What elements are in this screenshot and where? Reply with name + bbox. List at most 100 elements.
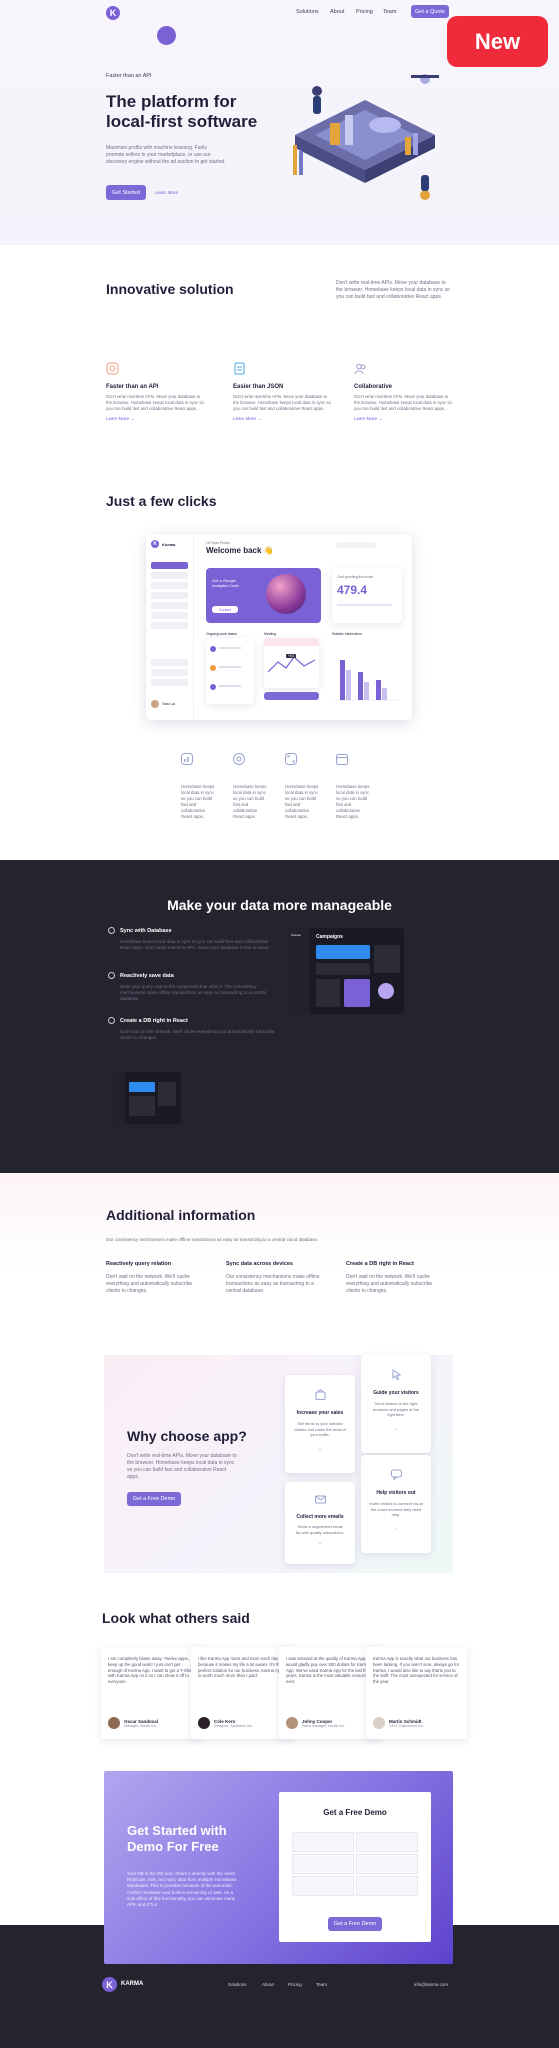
dashboard-mockup: K Kumaa Taav Lai Hi Farm Pixels, Welcome…: [146, 534, 412, 720]
avatar: [108, 1717, 120, 1729]
feature-title: Easier than JSON: [233, 384, 284, 390]
dash-nav-item[interactable]: [151, 602, 188, 609]
clicks-feature-1: Homebase keeps local data in sync so you…: [181, 752, 215, 820]
logo-icon[interactable]: K: [106, 6, 120, 20]
people-icon: [354, 363, 366, 375]
why-title: Why choose app?: [127, 1428, 247, 1444]
dash-nav-item[interactable]: [151, 612, 188, 619]
dash-user-name: Taav Lai: [162, 702, 176, 706]
document-icon: [234, 362, 245, 375]
feature-title: Collaborative: [354, 384, 393, 390]
dash-nav-item[interactable]: [151, 622, 188, 629]
testimonial-quote: I was amazed at the quality of Karma App…: [286, 1656, 370, 1685]
dash-list-card: [206, 638, 254, 704]
chevron-down-icon[interactable]: ⌄: [361, 1526, 431, 1532]
chevron-down-icon[interactable]: ⌄: [285, 1540, 355, 1546]
form-field[interactable]: [292, 1876, 354, 1896]
feature-card-3: Collaborative Don't write real-time APIs…: [354, 362, 454, 421]
form-field[interactable]: [356, 1876, 418, 1896]
cube-icon: [106, 362, 119, 375]
additional-col-desc: Don't wait on the network. We'll cache e…: [106, 1274, 193, 1294]
footer-nav-about[interactable]: About: [262, 1982, 274, 1987]
dash-metric: +5.6: [286, 654, 297, 658]
testimonial-role: CEO, Objectword Inc.: [389, 1723, 424, 1728]
additional-col-2: Sync data across devices Our consistency…: [226, 1261, 321, 1295]
testimonial-card-1: I am completely blown away. Twelve apps,…: [101, 1647, 202, 1739]
nav-team[interactable]: Team: [383, 9, 396, 15]
manageable-feature-desc: Homebase keeps local data in sync so you…: [120, 939, 270, 950]
dash-action-button[interactable]: [264, 692, 319, 700]
additional-description: Our consistency mechanisms make offline …: [106, 1237, 319, 1242]
bag-icon: [315, 1389, 325, 1400]
get-started-button[interactable]: Get Started: [106, 185, 146, 200]
additional-title: Additional information: [106, 1207, 256, 1223]
dash-greeting: Hi Farm Pixels,: [206, 541, 231, 545]
footer-logo-icon[interactable]: K: [102, 1977, 117, 1992]
why-card-desc: Show a segmented email list with quality…: [295, 1524, 345, 1535]
manageable-feature-title: Sync with Database: [120, 927, 172, 934]
dash-nav-item[interactable]: [151, 582, 188, 589]
dash-nav-item[interactable]: [151, 592, 188, 599]
testimonial-quote: I like Karma App more and more each day …: [198, 1656, 283, 1679]
dash-nav-item[interactable]: [151, 562, 188, 569]
additional-col-desc: Our consistency mechanisms make offline …: [226, 1274, 320, 1294]
feature-link[interactable]: Learn More →: [106, 416, 206, 421]
dash-stat-card: Card spending this month 479.4: [332, 568, 402, 623]
learn-more-link[interactable]: Learn More: [155, 190, 178, 195]
feature-link[interactable]: Learn More →: [233, 416, 333, 421]
nav-pricing[interactable]: Pricing: [356, 9, 373, 15]
dash-promo-button[interactable]: Contact: [212, 606, 238, 613]
mock-brand: Kumaa: [291, 933, 301, 937]
innovative-title: Innovative solution: [106, 281, 234, 297]
chevron-down-icon[interactable]: ⌄: [361, 1426, 431, 1432]
innovative-description: Don't write real-time APIs. Move your da…: [336, 280, 450, 300]
dash-search[interactable]: [336, 542, 376, 548]
footer-nav-team[interactable]: Team: [316, 1982, 327, 1987]
testimonials-title: Look what others said: [102, 1610, 250, 1626]
mock-title: Campaigns: [316, 934, 343, 940]
pointer-icon: [392, 1369, 401, 1381]
additional-col-title: Create a DB right in React: [346, 1261, 414, 1267]
clicks-title: Just a few clicks: [106, 493, 217, 509]
dash-nav-item[interactable]: [151, 669, 188, 676]
why-demo-button[interactable]: Get a Free Demo: [127, 1492, 181, 1506]
dash-nav-item[interactable]: [151, 659, 188, 666]
avatar: [198, 1717, 210, 1729]
form-field[interactable]: [356, 1832, 418, 1852]
get-quote-button[interactable]: Get a Quote: [411, 5, 449, 18]
dash-section-statistic: Statistic information: [332, 632, 362, 636]
footer-nav-pricing[interactable]: Pricing: [288, 1982, 302, 1987]
testimonial-quote: Karma App is exactly what our business h…: [373, 1656, 460, 1685]
new-badge: New: [447, 16, 548, 67]
manageable-feature-1: Sync with Database Homebase keeps local …: [108, 927, 278, 951]
feature-desc: Don't write real-time APIs. Move your da…: [233, 394, 331, 411]
footer-brand: KARMA: [121, 1981, 144, 1987]
manageable-feature-desc: Don't wait on the network. We'll cache e…: [120, 1029, 275, 1040]
dash-nav-item[interactable]: [151, 572, 188, 579]
chevron-down-icon[interactable]: ⌄: [285, 1446, 355, 1452]
calendar-icon: [336, 754, 348, 765]
nav-about[interactable]: About: [330, 9, 344, 15]
footer-email[interactable]: info@karma.com: [414, 1982, 448, 1987]
check-icon: [108, 927, 115, 934]
dash-stat-value: 479.4: [337, 583, 368, 597]
dark-dashboard-mockup: Kumaa Campaigns: [288, 928, 404, 1014]
demo-form-submit-button[interactable]: Get a Free Demo: [328, 1917, 382, 1931]
dash-stat-label: Card spending this month: [337, 575, 374, 579]
hero-title-line2: local-first software: [106, 112, 258, 131]
form-field[interactable]: [292, 1854, 354, 1874]
footer-nav-solutions[interactable]: Solutions: [228, 1982, 247, 1987]
feature-card-1: Faster than an API Don't write real-time…: [106, 362, 206, 421]
chart-icon: [181, 753, 193, 765]
feature-link[interactable]: Learn More →: [354, 416, 454, 421]
form-field[interactable]: [356, 1854, 418, 1874]
dash-nav-item[interactable]: [151, 679, 188, 686]
dash-section-ongoing: Ongoing work status: [206, 632, 237, 636]
feature-desc: Don't write real-time APIs. Move your da…: [354, 394, 452, 411]
nav-solutions[interactable]: Solutions: [296, 9, 319, 15]
why-card-title: Help visitors out: [376, 1490, 416, 1496]
manageable-section: Make your data more manageable Sync with…: [0, 860, 559, 1173]
why-card-title: Increase your sales: [296, 1410, 344, 1416]
avatar: [286, 1717, 298, 1729]
form-field[interactable]: [292, 1832, 354, 1852]
